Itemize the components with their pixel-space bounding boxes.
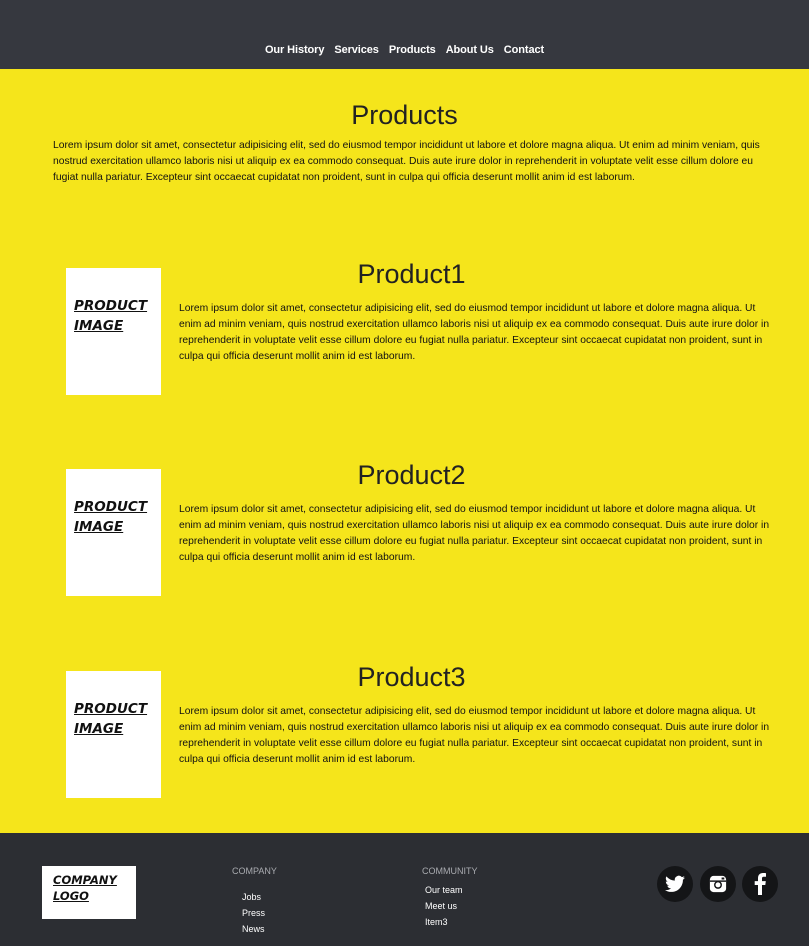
- footer-community-links: Our team Meet us Item3: [425, 882, 463, 930]
- product-image-label: PRODUCT IMAGE: [74, 298, 148, 334]
- company-logo[interactable]: COMPANY LOGO: [42, 866, 136, 919]
- footer: COMPANY LOGO COMPANY Jobs Press News COM…: [0, 833, 809, 946]
- footer-link-item3[interactable]: Item3: [425, 914, 463, 930]
- page-title: Products: [351, 100, 458, 130]
- nav-link-our-history[interactable]: Our History: [265, 44, 325, 56]
- product-description: Lorem ipsum dolor sit amet, consectetur …: [179, 504, 770, 563]
- nav-link-contact[interactable]: Contact: [504, 44, 544, 56]
- nav-link-services[interactable]: Services: [334, 44, 379, 56]
- product-card: PRODUCT IMAGE Product1 Lorem ipsum dolor…: [0, 259, 809, 395]
- twitter-icon[interactable]: [657, 866, 693, 902]
- footer-link-jobs[interactable]: Jobs: [242, 889, 265, 905]
- instagram-icon[interactable]: [700, 866, 736, 902]
- top-nav: Our History Services Products About Us C…: [0, 0, 809, 69]
- footer-heading-company: COMPANY: [232, 866, 277, 876]
- footer-link-news[interactable]: News: [242, 921, 265, 937]
- footer-company-links: Jobs Press News: [242, 889, 265, 937]
- footer-link-our-team[interactable]: Our team: [425, 882, 463, 898]
- main-content: Products Lorem ipsum dolor sit amet, con…: [0, 69, 809, 833]
- product-name: Product2: [357, 460, 466, 490]
- nav-link-about-us[interactable]: About Us: [446, 44, 494, 56]
- product-name: Product1: [357, 259, 466, 289]
- footer-link-press[interactable]: Press: [242, 905, 265, 921]
- intro-text: Lorem ipsum dolor sit amet, consectetur …: [53, 140, 760, 183]
- product-description: Lorem ipsum dolor sit amet, consectetur …: [179, 303, 770, 362]
- footer-heading-community: COMMUNITY: [422, 866, 478, 876]
- product-image-label: PRODUCT IMAGE: [74, 701, 148, 737]
- company-logo-label: COMPANY LOGO: [53, 873, 117, 903]
- nav-link-products[interactable]: Products: [389, 44, 436, 56]
- product-card: PRODUCT IMAGE Product3 Lorem ipsum dolor…: [0, 662, 809, 798]
- product-description: Lorem ipsum dolor sit amet, consectetur …: [179, 706, 770, 765]
- product-card: PRODUCT IMAGE Product2 Lorem ipsum dolor…: [0, 460, 809, 596]
- footer-link-meet-us[interactable]: Meet us: [425, 898, 463, 914]
- product-name: Product3: [357, 662, 466, 692]
- product-image-label: PRODUCT IMAGE: [74, 499, 148, 535]
- facebook-icon[interactable]: [742, 866, 778, 902]
